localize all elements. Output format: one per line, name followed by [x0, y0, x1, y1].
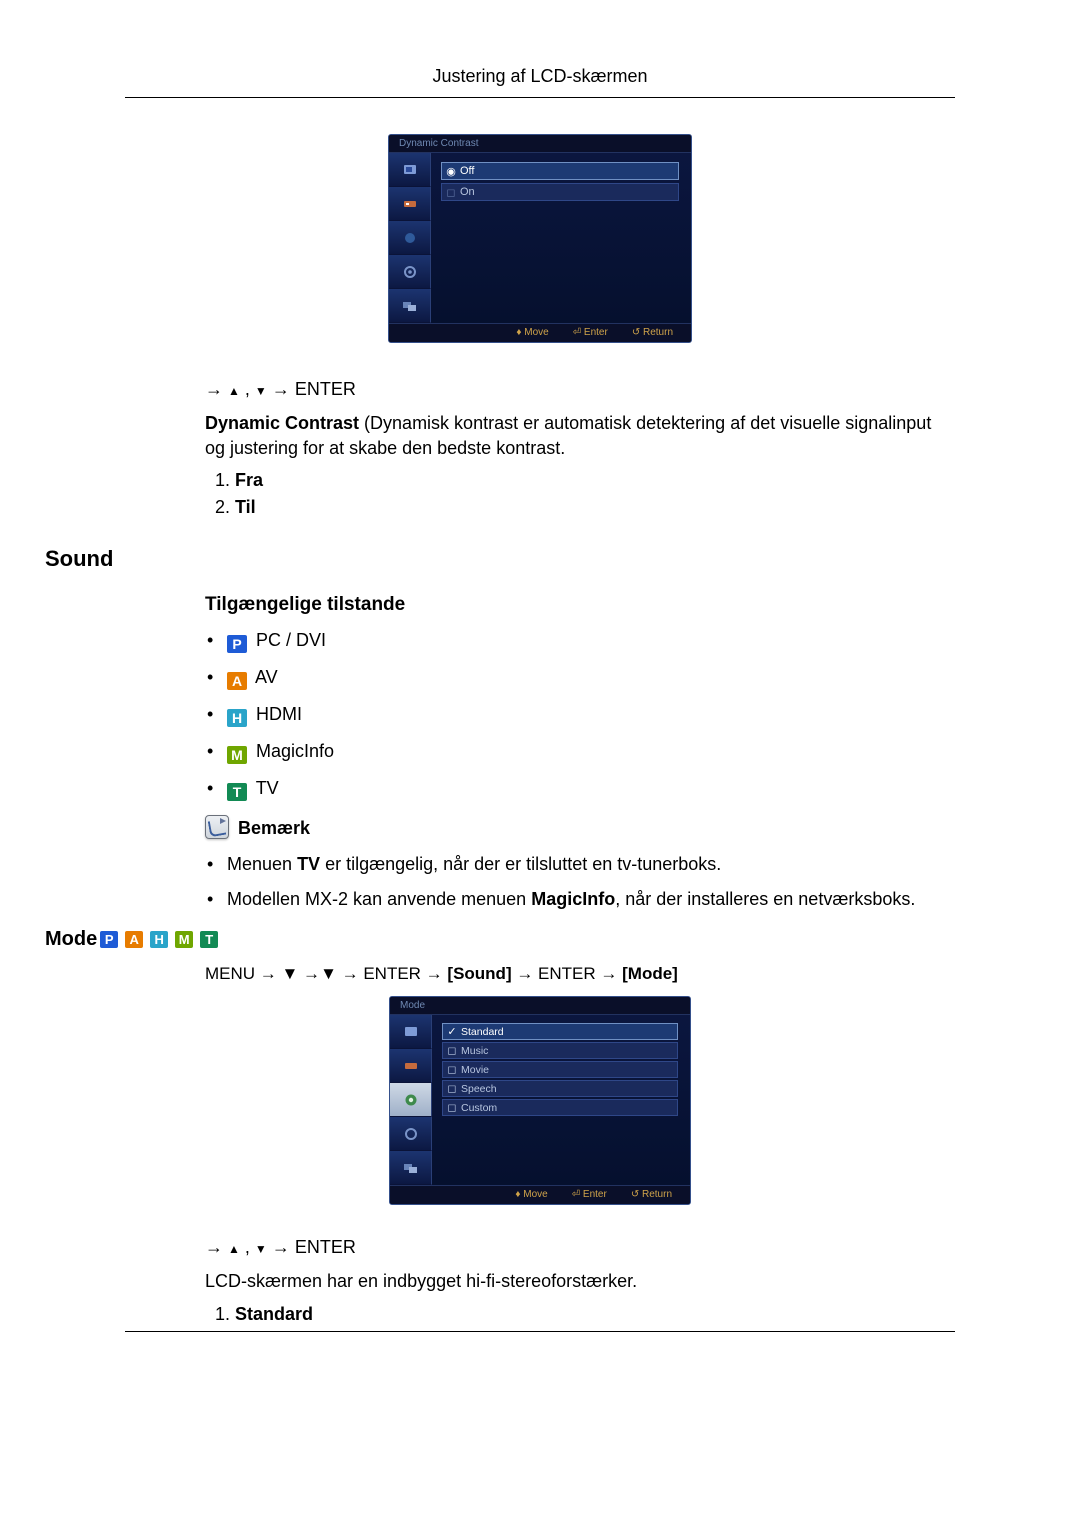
osd-side-multi-icon — [390, 1151, 432, 1185]
badge-m-icon: M — [227, 746, 247, 764]
section-sound: Sound — [45, 546, 955, 572]
mode-pc-dvi: P PC / DVI — [205, 630, 955, 653]
osd-dynamic-contrast: Dynamic Contrast — [388, 134, 692, 343]
hint-enter: Enter — [584, 327, 608, 338]
note-icon — [205, 815, 229, 839]
osd-option-label: Speech — [461, 1083, 677, 1095]
check-icon: ✓ — [443, 1025, 461, 1038]
move-icon: ♦ — [516, 327, 521, 338]
osd-title: Dynamic Contrast — [389, 135, 691, 153]
mode-tv: T TV — [205, 778, 955, 801]
osd-option-off[interactable]: ◉ Off — [441, 162, 679, 180]
osd-options: ✓ Standard ◻ Music ◻ Movie ◻ Speech — [432, 1015, 690, 1185]
osd-option-label: Custom — [461, 1102, 677, 1114]
badge-h-icon: H — [227, 709, 247, 727]
mode-values: Standard — [205, 1304, 955, 1325]
osd-title: Mode — [390, 997, 690, 1015]
osd-side-sound-icon — [389, 221, 431, 255]
osd-side-multi-icon — [389, 289, 431, 323]
note-list: Menuen TV er tilgængelig, når der er til… — [205, 854, 955, 910]
osd-options: ◉ Off ◻ On — [431, 153, 691, 323]
osd-hints: ♦ Move ⏎ Enter ↺ Return — [389, 323, 691, 342]
badge-p-icon: P — [100, 931, 118, 948]
mode-list: P PC / DVI A AV H HDMI M MagicInfo T TV — [205, 630, 955, 801]
radio-on-icon: ◉ — [442, 165, 460, 178]
osd-side-picture-icon — [389, 153, 431, 187]
return-icon: ↺ — [631, 1189, 639, 1200]
badge-t-icon: T — [227, 783, 247, 801]
move-icon: ♦ — [515, 1189, 520, 1200]
mode-label: PC / DVI — [256, 630, 326, 650]
osd-option-label: Off — [460, 165, 678, 177]
mode-label: MagicInfo — [256, 741, 334, 761]
note-magicinfo: Modellen MX-2 kan anvende menuen MagicIn… — [205, 889, 955, 910]
osd-side-setup-icon — [390, 1117, 432, 1151]
hint-return: Return — [643, 327, 673, 338]
osd-option-speech[interactable]: ◻ Speech — [442, 1080, 678, 1097]
dynamic-contrast-desc: Dynamic Contrast (Dynamisk kontrast er a… — [205, 411, 955, 460]
osd-side-sound-icon — [390, 1083, 432, 1117]
hint-move: Move — [523, 1189, 547, 1200]
nav-sequence-1: → ▲ , ▼ → ENTER — [205, 377, 955, 401]
value-til: Til — [235, 497, 955, 518]
box-icon: ◻ — [443, 1044, 461, 1057]
hint-return: Return — [642, 1189, 672, 1200]
mode-label: TV — [256, 778, 279, 798]
value-standard: Standard — [235, 1304, 955, 1325]
box-icon: ◻ — [443, 1101, 461, 1114]
badge-t-icon: T — [200, 931, 218, 948]
osd-side-setup-icon — [389, 255, 431, 289]
enter-icon: ⏎ — [572, 1189, 580, 1200]
osd-side-input-icon — [389, 187, 431, 221]
enter-icon: ⏎ — [573, 327, 581, 338]
box-icon: ◻ — [443, 1082, 461, 1095]
radio-off-icon: ◻ — [442, 186, 460, 199]
nav-sequence-2: → ▲ , ▼ → ENTER — [205, 1235, 955, 1259]
mode-label: HDMI — [256, 704, 302, 724]
note-heading: Bemærk — [205, 815, 955, 840]
badge-a-icon: A — [227, 672, 247, 690]
running-head: Justering af LCD-skærmen — [125, 66, 955, 87]
value-fra: Fra — [235, 470, 955, 491]
osd-side-picture-icon — [390, 1015, 432, 1049]
menu-path: MENU → ▼ →▼ → ENTER → [Sound] → ENTER → … — [205, 963, 955, 986]
osd-hints: ♦ Move ⏎ Enter ↺ Return — [390, 1185, 690, 1204]
osd-option-custom[interactable]: ◻ Custom — [442, 1099, 678, 1116]
mode-magicinfo: M MagicInfo — [205, 741, 955, 764]
hint-enter: Enter — [583, 1189, 607, 1200]
osd-option-label: On — [460, 186, 678, 198]
mode-av: A AV — [205, 667, 955, 690]
osd-option-label: Music — [461, 1045, 677, 1057]
bottom-rule — [125, 1331, 955, 1332]
box-icon: ◻ — [443, 1063, 461, 1076]
osd-mode: Mode — [389, 996, 691, 1205]
badge-p-icon: P — [227, 635, 247, 653]
badge-a-icon: A — [125, 931, 143, 948]
top-rule — [125, 97, 955, 98]
osd-side-input-icon — [390, 1049, 432, 1083]
dynamic-contrast-values: Fra Til — [205, 470, 955, 518]
badge-h-icon: H — [150, 931, 168, 948]
mode-hdmi: H HDMI — [205, 704, 955, 727]
badge-m-icon: M — [175, 931, 193, 948]
osd-option-movie[interactable]: ◻ Movie — [442, 1061, 678, 1078]
hint-move: Move — [524, 327, 548, 338]
mode-label: AV — [255, 667, 278, 687]
osd-option-label: Standard — [461, 1026, 677, 1038]
osd-option-standard[interactable]: ✓ Standard — [442, 1023, 678, 1040]
osd-option-music[interactable]: ◻ Music — [442, 1042, 678, 1059]
osd-option-label: Movie — [461, 1064, 677, 1076]
note-tv: Menuen TV er tilgængelig, når der er til… — [205, 854, 955, 875]
osd-sidebar — [390, 1015, 432, 1185]
return-icon: ↺ — [632, 327, 640, 338]
mode-desc: LCD-skærmen har en indbygget hi-fi-stere… — [205, 1269, 955, 1293]
osd-option-on[interactable]: ◻ On — [441, 183, 679, 201]
section-mode: Mode P A H M T — [45, 928, 955, 951]
available-modes-heading: Tilgængelige tilstande — [205, 594, 955, 616]
osd-sidebar — [389, 153, 431, 323]
